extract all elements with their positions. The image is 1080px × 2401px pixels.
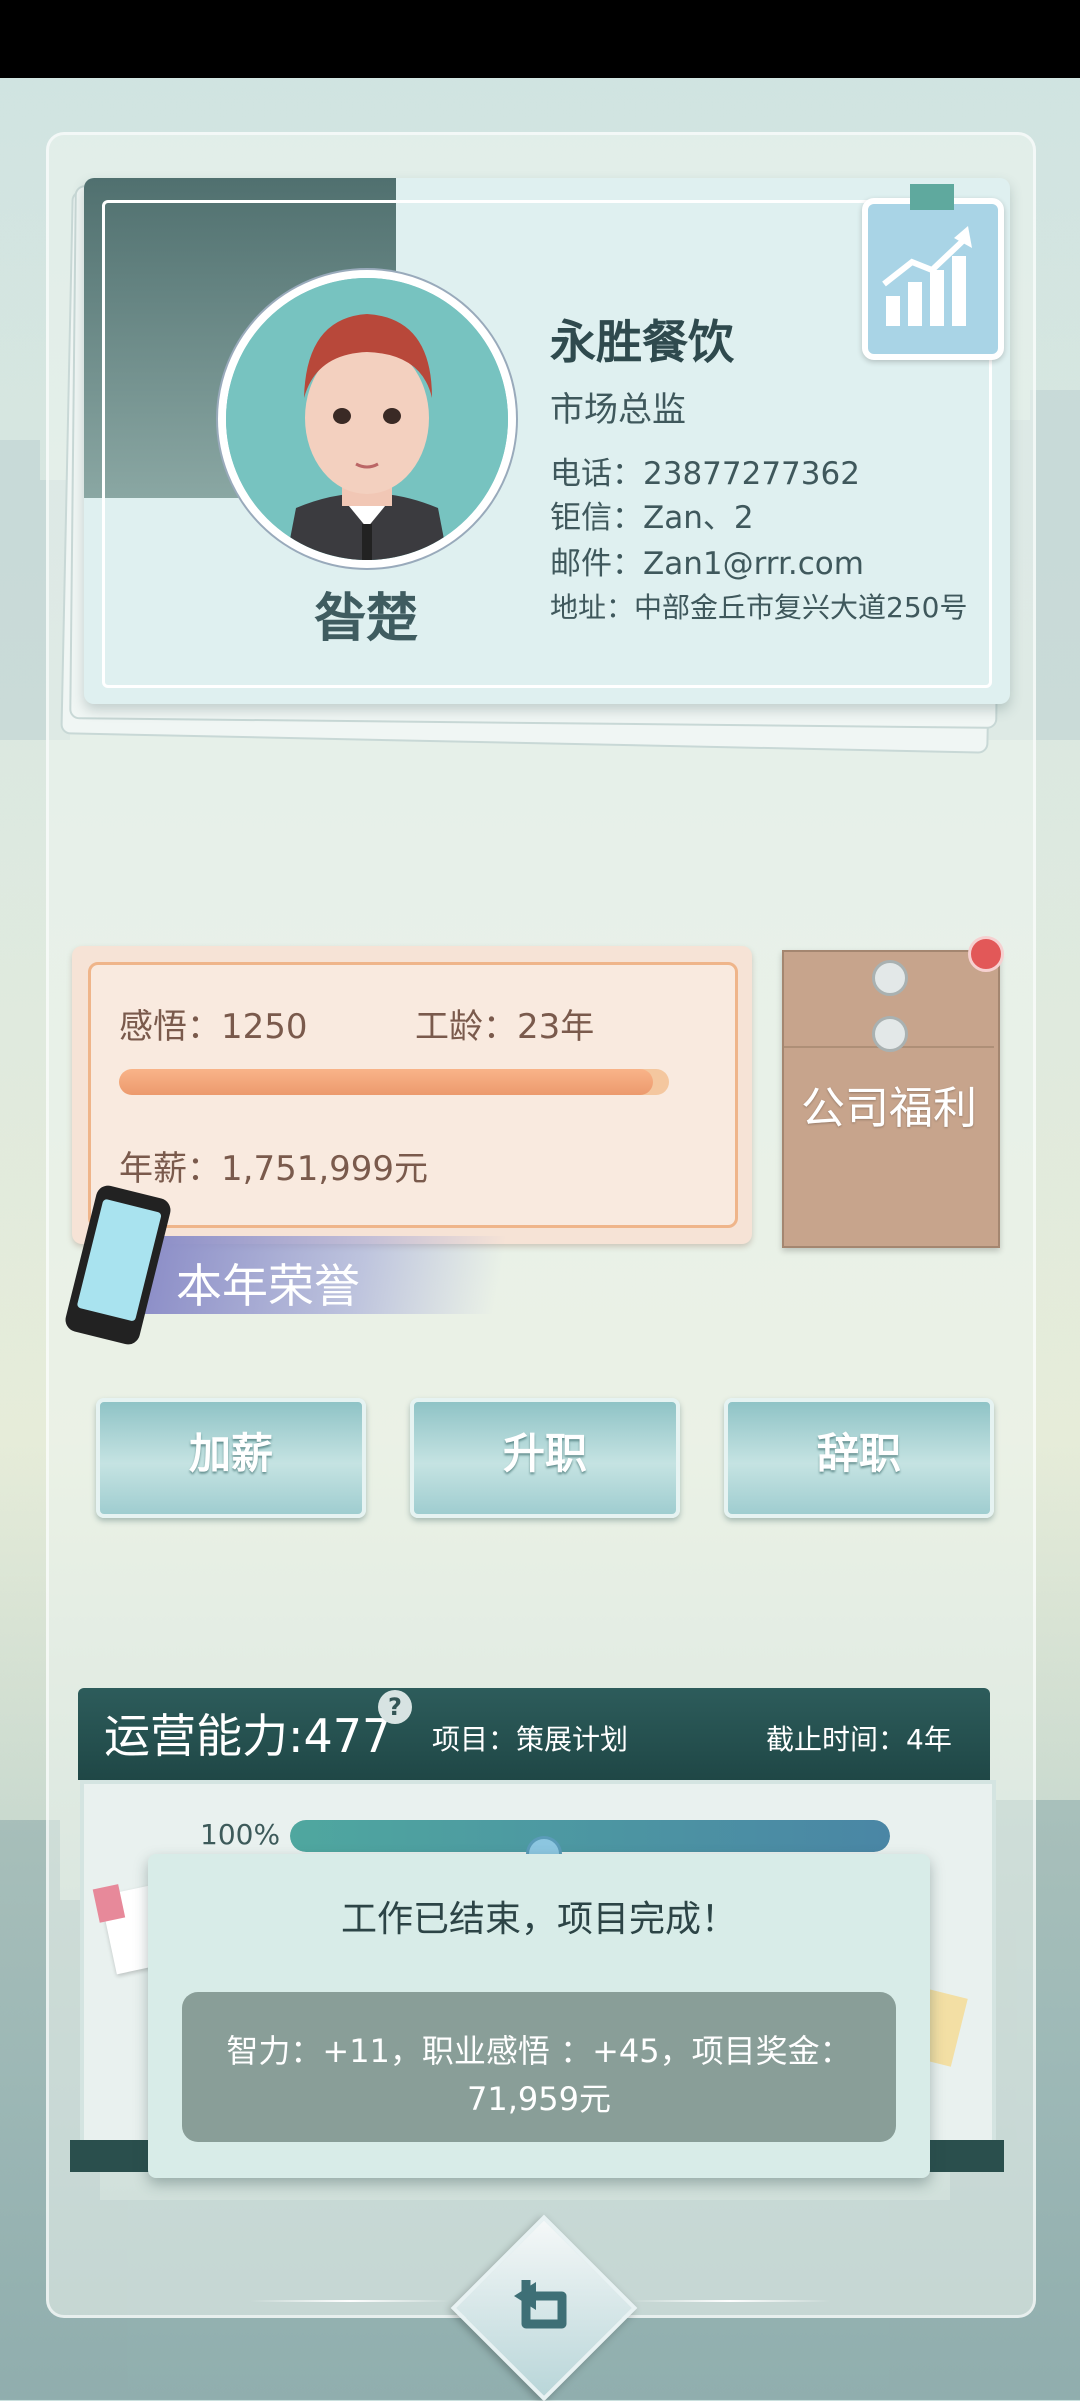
project-progress-fill bbox=[290, 1820, 890, 1852]
insight-stat: 感悟：1250 bbox=[119, 1007, 308, 1047]
address-info: 地址：中部金丘市复兴大道250号 bbox=[550, 591, 968, 624]
chart-glyph bbox=[882, 226, 972, 326]
honor-label: 本年荣誉 bbox=[176, 1259, 360, 1313]
status-bar bbox=[0, 0, 1080, 78]
stats-inner: 感悟：1250 工龄：23年 年薪：1,751,999元 bbox=[88, 962, 738, 1228]
notification-dot bbox=[968, 936, 1004, 972]
reward-line-2: 71,959元 bbox=[467, 2080, 611, 2118]
employee-name: 昝楚 bbox=[313, 589, 418, 649]
email-info: 邮件：Zan1@rrr.com bbox=[550, 546, 864, 582]
divider-right bbox=[630, 2300, 830, 2302]
stats-panel: 感悟：1250 工龄：23年 年薪：1,751,999元 bbox=[72, 946, 752, 1244]
company-name: 永胜餐饮 bbox=[550, 315, 734, 369]
company-welfare-envelope[interactable]: 公司福利 bbox=[782, 950, 1000, 1248]
raise-salary-button[interactable]: 加薪 bbox=[96, 1398, 366, 1518]
salary-stat: 年薪：1,751,999元 bbox=[119, 1149, 429, 1189]
growth-chart-icon[interactable] bbox=[862, 184, 1004, 360]
welfare-label: 公司福利 bbox=[801, 1083, 977, 1134]
popup-title: 工作已结束，项目完成！ bbox=[340, 1899, 737, 1940]
job-title: 市场总监 bbox=[550, 390, 686, 430]
salary-progress-fill bbox=[119, 1069, 653, 1095]
project-name: 项目：策展计划 bbox=[432, 1723, 629, 1756]
reward-line-1: 智力：+11，职业感悟 ：+45，项目奖金： bbox=[226, 2032, 852, 2070]
messenger-info: 钜信：Zan、2 bbox=[550, 500, 754, 536]
help-icon[interactable]: ? bbox=[378, 1690, 412, 1724]
envelope-clasp-top bbox=[872, 960, 908, 996]
return-arrow-icon bbox=[514, 2280, 567, 2329]
project-complete-popup[interactable]: 工作已结束，项目完成！ 智力：+11，职业感悟 ：+45，项目奖金： 71,95… bbox=[148, 1854, 930, 2178]
project-progress-bar bbox=[290, 1820, 890, 1852]
badge-tab bbox=[910, 184, 954, 210]
resign-button[interactable]: 辞职 bbox=[724, 1398, 994, 1518]
divider-left bbox=[250, 2300, 450, 2302]
salary-progress-bar bbox=[119, 1069, 669, 1095]
envelope-clasp-bottom bbox=[872, 1016, 908, 1052]
phone-info: 电话：23877277362 bbox=[550, 456, 860, 492]
reward-box: 智力：+11，职业感悟 ：+45，项目奖金： 71,959元 bbox=[182, 1992, 896, 2142]
avatar bbox=[218, 270, 516, 568]
promote-button[interactable]: 升职 bbox=[410, 1398, 680, 1518]
seniority-stat: 工龄：23年 bbox=[415, 1007, 595, 1047]
operation-ability: 运营能力:477 bbox=[104, 1709, 392, 1763]
project-deadline: 截止时间：4年 bbox=[766, 1723, 952, 1756]
avatar-portrait bbox=[226, 278, 508, 560]
project-percent: 100% bbox=[200, 1818, 281, 1851]
